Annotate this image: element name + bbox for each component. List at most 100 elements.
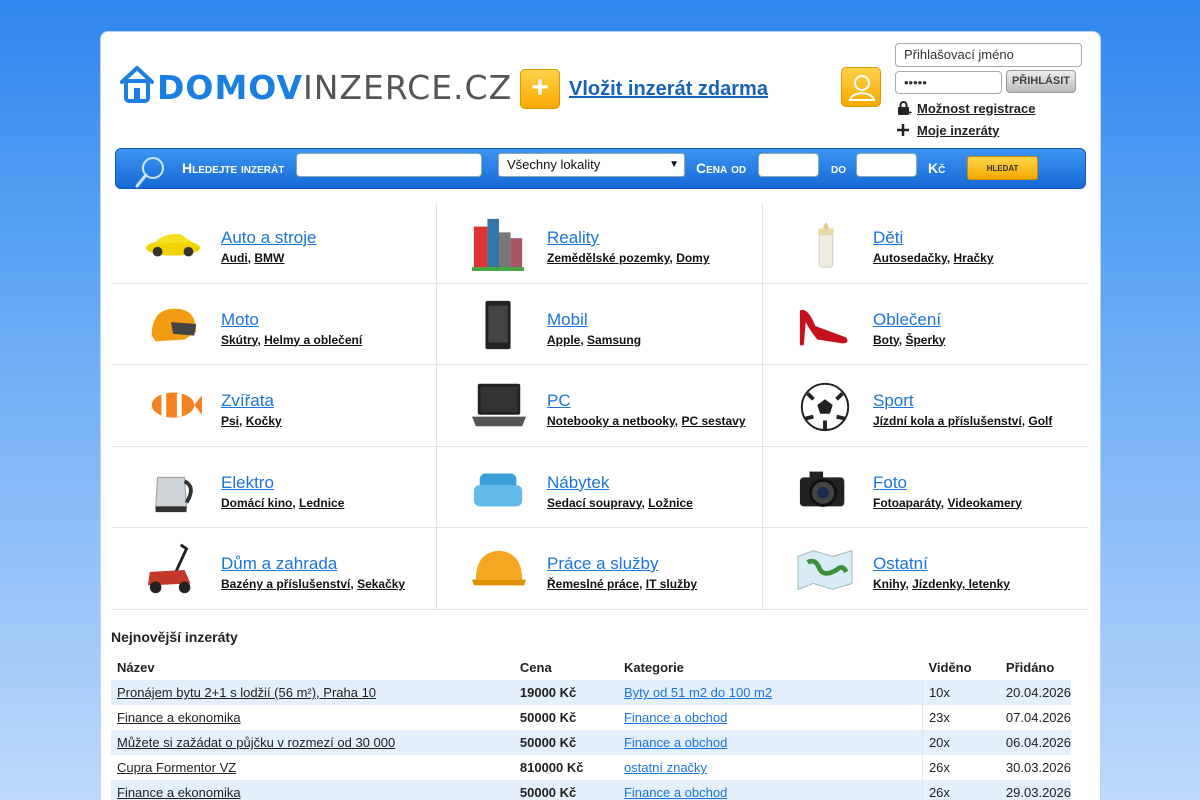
- category-title-link[interactable]: Moto: [221, 310, 259, 330]
- svg-text:+: +: [908, 110, 912, 116]
- listing-category-link[interactable]: ostatní značky: [624, 760, 707, 775]
- listing-category-link[interactable]: Finance a obchod: [624, 735, 727, 750]
- category-sub-link[interactable]: Golf: [1028, 414, 1052, 428]
- category-title-link[interactable]: Sport: [873, 391, 914, 411]
- hard-hat-icon[interactable]: [467, 541, 531, 597]
- table-row[interactable]: Pronájem bytu 2+1 s lodžií (56 m²), Prah…: [111, 680, 1071, 705]
- listing-added-date: 30.03.2026: [1005, 760, 1071, 775]
- category-sub-link[interactable]: Šperky: [905, 333, 945, 347]
- high-heel-icon[interactable]: [793, 297, 857, 353]
- add-listing-icon[interactable]: +: [520, 69, 560, 109]
- listing-name-link[interactable]: Finance a ekonomika: [111, 780, 514, 800]
- category-title-link[interactable]: Děti: [873, 228, 903, 248]
- armchair-icon[interactable]: [467, 460, 531, 516]
- location-select[interactable]: Všechny lokality ▼: [498, 153, 685, 177]
- category-subs: Fotoaparáty, Videokamery: [873, 495, 1022, 510]
- category-sub-link[interactable]: Sekačky: [357, 577, 405, 591]
- category-subs: Apple, Samsung: [547, 332, 642, 347]
- laptop-icon[interactable]: [467, 378, 531, 434]
- password-field[interactable]: •••••: [895, 71, 1002, 94]
- category-title-link[interactable]: Foto: [873, 473, 907, 493]
- listing-name-link[interactable]: Můžete si zažádat o půjčku v rozmezí od …: [111, 730, 514, 755]
- category-sub-link[interactable]: Skútry: [221, 333, 257, 347]
- page-container: DOMOVINZERCE.CZ + Vložit inzerát zdarma …: [100, 31, 1101, 800]
- category-sub-link[interactable]: PC sestavy: [681, 414, 745, 428]
- category-title-link[interactable]: Elektro: [221, 473, 274, 493]
- search-button[interactable]: hledat: [967, 156, 1038, 180]
- car-icon[interactable]: [141, 215, 205, 271]
- category-title-link[interactable]: Oblečení: [873, 310, 941, 330]
- category-sub-link[interactable]: Boty: [873, 333, 899, 347]
- listing-category-link[interactable]: Byty od 51 m2 do 100 m2: [624, 685, 772, 700]
- category-title-link[interactable]: Nábytek: [547, 473, 609, 493]
- category-sub-link[interactable]: Audi: [221, 251, 248, 265]
- buildings-icon[interactable]: [467, 215, 531, 271]
- category-sub-link[interactable]: IT služby: [646, 577, 697, 591]
- category-title-link[interactable]: PC: [547, 391, 571, 411]
- category-sub-link[interactable]: Bazény a příslušenství: [221, 577, 350, 591]
- category-sub-link[interactable]: BMW: [254, 251, 284, 265]
- category-sub-link[interactable]: Autosedačky: [873, 251, 947, 265]
- site-logo[interactable]: DOMOVINZERCE.CZ: [119, 62, 512, 104]
- category-sub-link[interactable]: Jízdenky, letenky: [912, 577, 1010, 591]
- listing-category-link[interactable]: Finance a obchod: [624, 785, 727, 800]
- col-views-header: Viděno: [928, 659, 972, 675]
- phone-icon[interactable]: [467, 297, 531, 353]
- lawnmower-icon[interactable]: [141, 541, 205, 597]
- category-title-link[interactable]: Auto a stroje: [221, 228, 316, 248]
- listing-name-link[interactable]: Cupra Formentor VZ: [111, 755, 514, 780]
- category-sub-link[interactable]: Domácí kino: [221, 496, 292, 510]
- add-listing-link[interactable]: Vložit inzerát zdarma: [569, 78, 768, 101]
- category-title-link[interactable]: Dům a zahrada: [221, 554, 337, 574]
- username-field[interactable]: Přihlašovací jméno: [895, 43, 1082, 67]
- category-title-link[interactable]: Práce a služby: [547, 554, 659, 574]
- category-sub-link[interactable]: Samsung: [587, 333, 641, 347]
- category-sub-link[interactable]: Helmy a oblečení: [264, 333, 362, 347]
- kettle-icon[interactable]: [141, 460, 205, 516]
- category-sub-link[interactable]: Knihy: [873, 577, 905, 591]
- table-row[interactable]: Finance a ekonomika 50000 Kč Finance a obc…: [111, 780, 1071, 800]
- my-listings-link[interactable]: Moje inzeráty: [896, 122, 999, 138]
- category-sub-link[interactable]: Kočky: [246, 414, 282, 428]
- price-to-input[interactable]: [856, 153, 917, 177]
- category-sub-link[interactable]: Sedací soupravy: [547, 496, 642, 510]
- helmet-icon[interactable]: [141, 297, 205, 353]
- category-sub-link[interactable]: Videokamery: [947, 496, 1022, 510]
- table-row[interactable]: Finance a ekonomika 50000 Kč Finance a obc…: [111, 705, 1071, 730]
- table-header-row: Název Cena Kategorie Viděno Přidáno: [111, 654, 1071, 680]
- category-title-link[interactable]: Reality: [547, 228, 599, 248]
- category-sub-link[interactable]: Apple: [547, 333, 580, 347]
- listing-category-link[interactable]: Finance a obchod: [624, 710, 727, 725]
- price-from-input[interactable]: [758, 153, 819, 177]
- category-title-link[interactable]: Ostatní: [873, 554, 928, 574]
- category-sub-link[interactable]: Hračky: [953, 251, 993, 265]
- category-sub-link[interactable]: Ložnice: [648, 496, 693, 510]
- category-sub-link[interactable]: Jízdní kola a příslušenství: [873, 414, 1022, 428]
- camera-icon[interactable]: [793, 460, 857, 516]
- category-card: Nábytek Sedací soupravy, Ložnice: [437, 446, 763, 527]
- listing-name-link[interactable]: Pronájem bytu 2+1 s lodžií (56 m²), Prah…: [111, 680, 514, 705]
- category-sub-link[interactable]: Psi: [221, 414, 239, 428]
- category-sub-link[interactable]: Řemeslné práce: [547, 577, 639, 591]
- category-sub-link[interactable]: Fotoaparáty: [873, 496, 941, 510]
- category-subs: Skútry, Helmy a oblečení: [221, 332, 363, 347]
- table-row[interactable]: Cupra Formentor VZ 810000 Kč ostatní značk…: [111, 755, 1071, 780]
- category-title-link[interactable]: Zvířata: [221, 391, 274, 411]
- listing-name-link[interactable]: Finance a ekonomika: [111, 705, 514, 730]
- category-sub-link[interactable]: Notebooky a netbooky: [547, 414, 675, 428]
- currency-label: Kč: [928, 160, 946, 176]
- clownfish-icon[interactable]: [141, 378, 205, 434]
- category-sub-link[interactable]: Lednice: [299, 496, 344, 510]
- search-input[interactable]: [296, 153, 482, 177]
- category-subs: Řemeslné práce, IT služby: [547, 577, 698, 591]
- category-sub-link[interactable]: Domy: [676, 251, 709, 265]
- category-sub-link[interactable]: Zemědělské pozemky: [547, 251, 670, 265]
- register-link[interactable]: + Možnost registrace: [896, 100, 1035, 116]
- table-row[interactable]: Můžete si zažádat o půjčku v rozmezí od …: [111, 730, 1071, 755]
- listing-price: 50000 Kč: [513, 730, 618, 755]
- category-title-link[interactable]: Mobil: [547, 310, 588, 330]
- soccer-ball-icon[interactable]: [793, 378, 857, 434]
- baby-bottle-icon[interactable]: [793, 215, 857, 271]
- login-button[interactable]: PŘIHLÁSIT: [1006, 70, 1076, 93]
- map-icon[interactable]: [793, 541, 857, 597]
